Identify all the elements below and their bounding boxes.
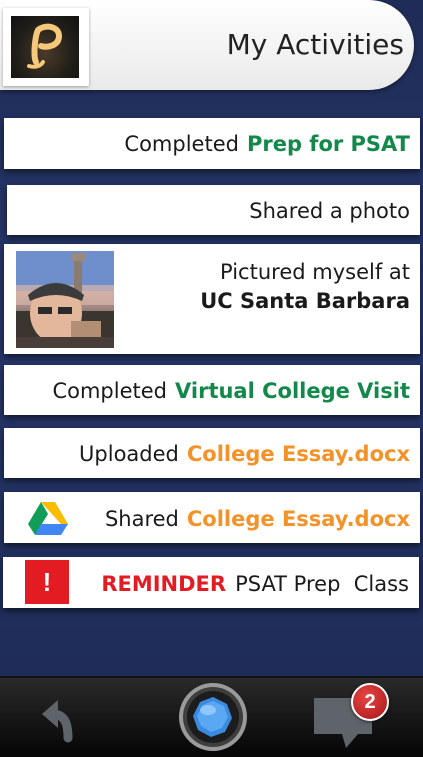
activity-item[interactable]: Shared a photo [7,185,420,235]
app-logo[interactable] [3,8,89,86]
undo-arrow-icon[interactable] [38,692,90,744]
activity-item[interactable]: Completed Virtual College Visit [4,365,420,415]
alert-icon: ! [25,560,69,604]
activity-verb: Shared [104,507,179,531]
activity-item[interactable]: Completed Prep for PSAT [4,118,420,169]
profile-photo[interactable] [16,251,114,348]
activity-text: Uploaded College Essay.docx [79,442,410,466]
reminder-label: REMINDER [101,572,227,596]
header-bar: My Activities [0,0,414,90]
notification-badge[interactable]: 2 [351,683,389,721]
camera-lens-icon[interactable] [178,682,248,752]
page-title: My Activities [226,28,404,61]
activity-item[interactable]: Shared College Essay.docx [4,492,420,543]
reminder-text: PSAT Prep Class [235,572,409,596]
activity-verb: Completed [52,379,167,403]
google-drive-icon [28,501,68,535]
activity-text: Shared College Essay.docx [105,507,410,531]
activity-link[interactable]: College Essay.docx [187,507,410,531]
activity-location[interactable]: UC Santa Barbara [200,289,410,313]
activity-link[interactable]: Prep for PSAT [247,132,410,156]
activity-item[interactable]: Pictured myself at UC Santa Barbara [4,244,420,354]
app-logo-p-icon [11,16,79,78]
activity-line1: Pictured myself at [220,260,410,284]
activity-verb: Uploaded [79,442,179,466]
activity-text: Shared a photo [249,199,410,223]
activity-item[interactable]: ! REMINDER PSAT Prep Class [3,557,419,608]
activity-verb: Completed [124,132,239,156]
activity-text: REMINDER PSAT Prep Class [101,572,409,596]
activity-item[interactable]: Uploaded College Essay.docx [4,428,420,478]
activity-link[interactable]: College Essay.docx [187,442,410,466]
activity-text: Completed Prep for PSAT [124,132,410,156]
activity-link[interactable]: Virtual College Visit [175,379,410,403]
activity-text: Completed Virtual College Visit [52,379,410,403]
